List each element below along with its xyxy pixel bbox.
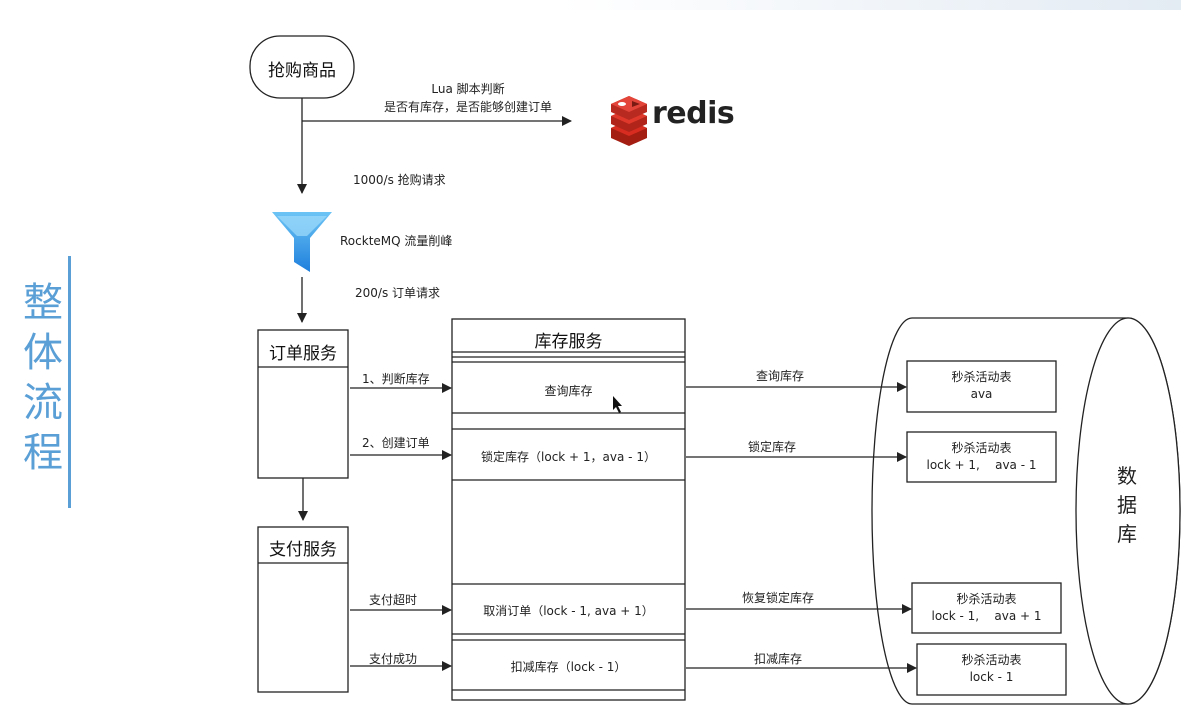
rate-200-label: 200/s 订单请求 (355, 286, 441, 300)
inventory-service-title: 库存服务 (534, 332, 603, 352)
table-name: 秒杀活动表 (951, 370, 1012, 384)
pay-success-label: 支付成功 (369, 652, 418, 666)
db-arrow-deduct-label: 扣减库存 (754, 652, 803, 666)
start-node-label: 抢购商品 (268, 61, 336, 81)
table-value: ava (970, 387, 993, 401)
step1-label: 1、判断库存 (362, 372, 430, 386)
order-service-title: 订单服务 (269, 344, 337, 364)
table-value: lock - 1, ava + 1 (931, 609, 1042, 623)
redis-label: redis (652, 96, 735, 131)
table-name: 秒杀活动表 (961, 653, 1022, 667)
db-arrow-lock-label: 锁定库存 (748, 440, 797, 454)
inventory-service-box (451, 318, 686, 701)
table-2-text: 秒杀活动表 lock + 1, ava - 1 (907, 440, 1056, 474)
db-arrow-restore-label: 恢复锁定库存 (742, 591, 815, 605)
table-value: lock - 1 (969, 670, 1014, 684)
table-name: 秒杀活动表 (951, 441, 1012, 455)
redis-icon (611, 96, 647, 146)
db-label-char: 据 (1117, 493, 1137, 517)
pay-timeout-label: 支付超时 (369, 593, 418, 607)
table-4-text: 秒杀活动表 lock - 1 (917, 652, 1066, 686)
table-3-text: 秒杀活动表 lock - 1, ava + 1 (912, 591, 1061, 625)
funnel-icon (272, 212, 332, 272)
lua-label-line1: Lua 脚本判断 (431, 82, 505, 96)
db-arrow-query-label: 查询库存 (756, 369, 805, 383)
pay-service-title: 支付服务 (269, 540, 337, 560)
table-value: lock + 1, ava - 1 (926, 458, 1037, 472)
table-name: 秒杀活动表 (956, 592, 1017, 606)
inv-row-query: 查询库存 (544, 384, 593, 398)
mq-label: RockteMQ 流量削峰 (340, 234, 453, 248)
table-1-text: 秒杀活动表 ava (907, 369, 1056, 403)
inv-row-deduct: 扣减库存（lock - 1） (510, 660, 627, 674)
rate-1000-label: 1000/s 抢购请求 (353, 173, 446, 187)
step2-label: 2、创建订单 (362, 436, 430, 450)
database-label: 数 据 库 (1113, 462, 1141, 549)
inv-row-lock: 锁定库存（lock + 1，ava - 1） (481, 450, 656, 464)
lua-label-line2: 是否有库存，是否能够创建订单 (383, 100, 552, 114)
db-label-char: 数 (1117, 464, 1137, 488)
db-label-char: 库 (1117, 522, 1137, 546)
inv-row-cancel: 取消订单（lock - 1, ava + 1） (483, 604, 654, 618)
